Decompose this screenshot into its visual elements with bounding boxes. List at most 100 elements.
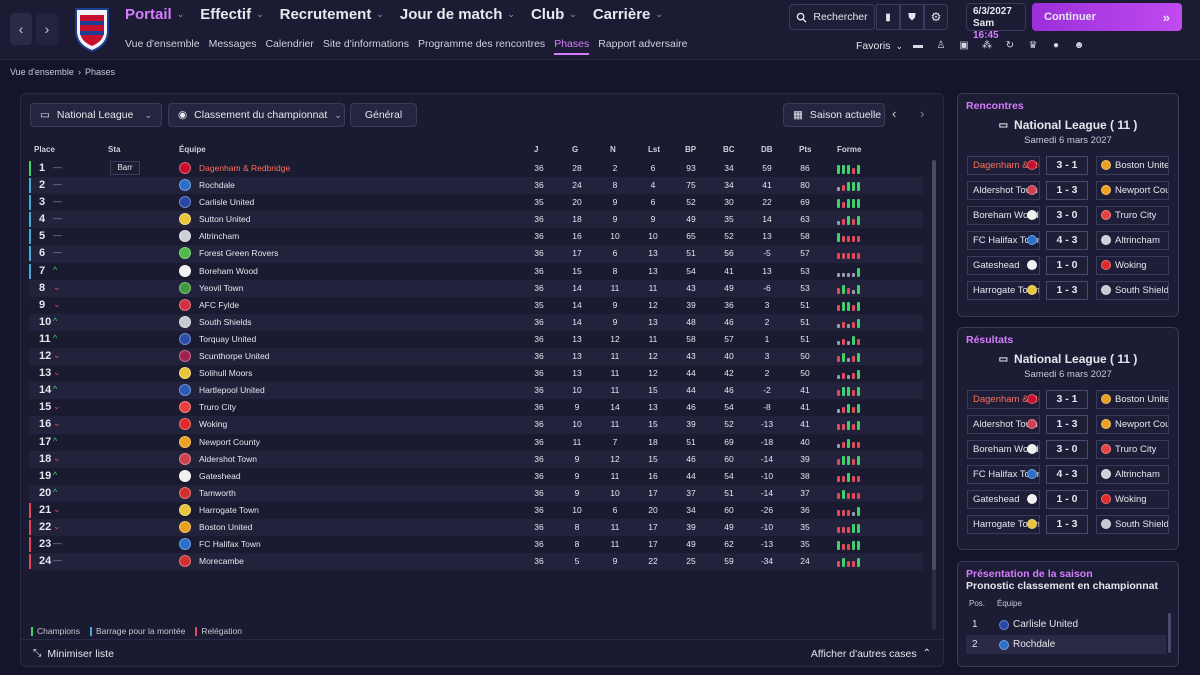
list-item[interactable]: 1 Carlisle United	[966, 615, 1166, 634]
team-name[interactable]: Sutton United	[199, 214, 251, 224]
table-row[interactable]: 22 ⌄ Boston United 36 8 11 17 39 49 -10 35	[29, 518, 923, 537]
match-score[interactable]: 1 - 3	[1046, 515, 1088, 534]
menu-carriere[interactable]: Carrière ⌄	[593, 6, 663, 23]
match-row[interactable]: Aldershot Town1 - 3Newport County	[967, 181, 1171, 200]
tactics-icon[interactable]: ⁂	[980, 38, 994, 52]
menu-club[interactable]: Club ⌄	[531, 6, 577, 23]
table-row[interactable]: 3 — Carlisle United 35 20 9 6 52 30 22 69	[29, 194, 923, 211]
team-name[interactable]: Scunthorpe United	[199, 351, 269, 361]
club-crest-icon[interactable]	[72, 5, 112, 53]
team-name[interactable]: Tamworth	[199, 488, 236, 498]
menu-recrutement[interactable]: Recrutement ⌄	[280, 6, 384, 23]
tab-messages[interactable]: Messages	[209, 38, 257, 55]
match-row[interactable]: Harrogate Town 1 - 3 South Shields	[967, 515, 1171, 534]
tab-programme[interactable]: Programme des rencontres	[418, 38, 545, 55]
table-row[interactable]: 11 ^ Torquay United 36 13 12 11 58 57 1 51	[29, 331, 923, 348]
table-row[interactable]: 17 ^ Newport County 36 11 7 18 51 69 -18 40	[29, 434, 923, 451]
team-name[interactable]: Torquay United	[199, 334, 256, 344]
tab-phases[interactable]: Phases	[554, 38, 590, 55]
table-row[interactable]: 20 ^ Tamworth 36 9 10 17 37 51 -14 37	[29, 484, 923, 502]
search-button[interactable]: Rechercher	[789, 4, 875, 30]
show-more-panels-button[interactable]: Afficher d'autres cases ⌃	[811, 648, 931, 660]
header-place[interactable]: Place	[34, 145, 55, 154]
match-row[interactable]: Boreham Wood 3 - 0 Truro City	[967, 206, 1171, 225]
table-row[interactable]: 24— Morecambe 36 5 9 22 25 59 -34 24	[29, 553, 923, 571]
match-score[interactable]: 3 - 1	[1046, 390, 1088, 409]
club-button[interactable]: ⛊	[900, 4, 924, 30]
trophy-icon[interactable]: ♛	[1026, 38, 1040, 52]
table-row[interactable]: 12 ⌄ Scunthorpe United 36 13 11 12 43 40 3 50	[29, 348, 923, 366]
season-dropdown[interactable]: ▦ Saison actuelle	[783, 103, 885, 127]
team-name[interactable]: Solihull Moors	[199, 368, 252, 378]
tab-rapport-adversaire[interactable]: Rapport adversaire	[598, 38, 687, 55]
table-row[interactable]: 18 ⌄ Aldershot Town 36 9 12 15 46 60 -14 39	[29, 450, 923, 468]
team-name[interactable]: Forest Green Rovers	[199, 248, 278, 258]
forward-button[interactable]: ›	[36, 13, 58, 45]
table-row[interactable]: 6 — Forest Green Rovers 36 17 6 13 51 56 -5 57	[29, 245, 923, 263]
header-bp[interactable]: BP	[685, 145, 696, 154]
team-name[interactable]: Aldershot Town	[199, 454, 257, 464]
team-name[interactable]: Newport County	[199, 437, 260, 447]
header-g[interactable]: G	[572, 145, 578, 154]
team-name[interactable]: Boreham Wood	[199, 266, 258, 276]
team-name[interactable]: Hartlepool United	[199, 385, 265, 395]
match-row[interactable]: Boreham Wood 3 - 0 Truro City	[967, 440, 1171, 459]
team-name[interactable]: Woking	[199, 419, 227, 429]
header-j[interactable]: J	[534, 145, 538, 154]
match-row[interactable]: Dagenham & Redbridge3 - 1Boston United	[967, 156, 1171, 175]
table-row[interactable]: 19 ^ Gateshead 36 9 11 16 44 54 -10 38	[29, 468, 923, 485]
view-dropdown[interactable]: ◉ Classement du championnat ⌄	[168, 103, 345, 127]
table-scrollbar[interactable]	[932, 160, 936, 630]
table-row[interactable]: 10 ^ South Shields 36 14 9 13 48 46 2 51	[29, 313, 923, 331]
table-row[interactable]: 2 — Rochdale 36 24 8 4 75 34 41 80	[29, 177, 923, 195]
table-row[interactable]: 8 ⌄ Yeovil Town 36 14 11 11 43 49 -6 53	[29, 279, 923, 297]
team-name[interactable]: Harrogate Town	[199, 505, 259, 515]
match-row[interactable]: FC Halifax Town 4 - 3 Altrincham	[967, 465, 1171, 484]
team-name[interactable]: Dagenham & Redbridge	[199, 163, 290, 173]
match-score[interactable]: 3 - 1	[1046, 156, 1088, 175]
team-name[interactable]: Carlisle United	[1013, 615, 1078, 634]
match-row[interactable]: FC Halifax Town 4 - 3 Altrincham	[967, 231, 1171, 250]
back-button[interactable]: ‹	[10, 13, 32, 45]
minimize-list-button[interactable]: ⤡ Minimiser liste	[33, 647, 114, 660]
tab-calendrier[interactable]: Calendrier	[265, 38, 313, 55]
team-name[interactable]: AFC Fylde	[199, 300, 239, 310]
menu-jour-de-match[interactable]: Jour de match ⌄	[400, 6, 515, 23]
tab-site-informations[interactable]: Site d'informations	[323, 38, 409, 55]
header-bc[interactable]: BC	[723, 145, 735, 154]
match-score[interactable]: 1 - 3	[1046, 415, 1088, 434]
tab-vue-ensemble[interactable]: Vue d'ensemble	[125, 38, 200, 55]
match-row[interactable]: Aldershot Town1 - 3Newport County	[967, 415, 1171, 434]
chat-icon[interactable]: ▬	[911, 38, 925, 52]
header-sta[interactable]: Sta	[108, 145, 120, 154]
match-score[interactable]: 1 - 0	[1046, 490, 1088, 509]
header-n[interactable]: N	[610, 145, 616, 154]
next-season-button[interactable]: ›	[920, 106, 924, 121]
header-team[interactable]: Équipe	[179, 145, 206, 154]
list-item[interactable]: 2 Rochdale	[966, 635, 1166, 654]
table-row[interactable]: 13 ⌄ Solihull Moors 36 13 11 12 44 42 2 50	[29, 365, 923, 382]
settings-button[interactable]: ⚙	[924, 4, 948, 30]
match-score[interactable]: 1 - 0	[1046, 256, 1088, 275]
continue-button[interactable]: Continuer »	[1032, 3, 1182, 31]
match-score[interactable]: 4 - 3	[1046, 465, 1088, 484]
competition-dropdown[interactable]: ▭ National League ⌄	[30, 103, 162, 127]
team-name[interactable]: Morecambe	[199, 556, 244, 566]
team-name[interactable]: Boston United	[199, 522, 252, 532]
team-name[interactable]: Altrincham	[199, 231, 239, 241]
match-row[interactable]: Harrogate Town 1 - 3 South Shields	[967, 281, 1171, 300]
table-row[interactable]: 14 ^ Hartlepool United 36 10 11 15 44 46 -2 41	[29, 382, 923, 400]
scrollbar-thumb[interactable]	[932, 160, 936, 570]
fixtures-title[interactable]: Rencontres	[966, 100, 1024, 112]
header-l[interactable]: Lst	[648, 145, 660, 154]
match-score[interactable]: 4 - 3	[1046, 231, 1088, 250]
team-name[interactable]: South Shields	[199, 317, 251, 327]
shirt-icon[interactable]: ♙	[934, 38, 948, 52]
match-row[interactable]: Dagenham & Redbridge3 - 1Boston United	[967, 390, 1171, 409]
team-name[interactable]: Rochdale	[1013, 635, 1055, 654]
table-row[interactable]: 16 ⌄ Woking 36 10 11 15 39 52 -13 41	[29, 416, 923, 434]
previous-season-button[interactable]: ‹	[892, 106, 896, 121]
preview-scrollbar[interactable]	[1168, 613, 1171, 653]
table-row[interactable]: 1 — Barr Dagenham & Redbridge 36 28 2 6 93 34 59 86	[29, 160, 923, 177]
team-name[interactable]: Gateshead	[199, 471, 241, 481]
